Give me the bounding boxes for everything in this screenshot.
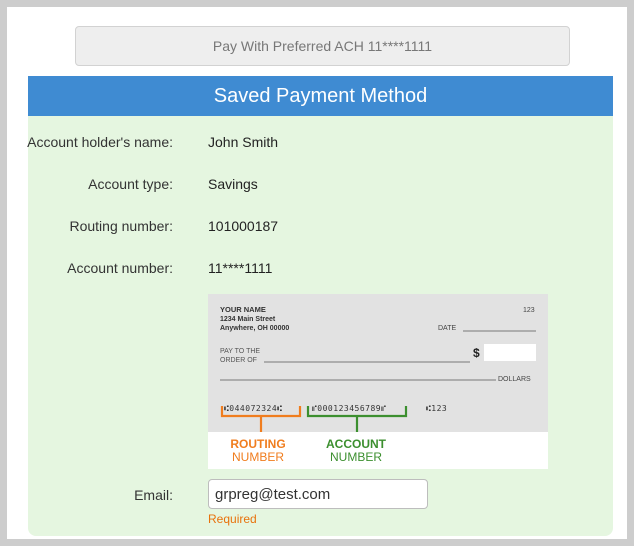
- routing-caption-1: ROUTING: [230, 437, 285, 451]
- check-payto-line2: ORDER OF: [220, 357, 257, 364]
- check-street: 1234 Main Street: [220, 316, 276, 323]
- check-micr-account: ⑈000123456789⑈: [312, 404, 386, 413]
- routing-number-value: 101000187: [208, 218, 279, 234]
- pay-with-preferred-ach-button[interactable]: Pay With Preferred ACH 11****1111: [75, 26, 570, 66]
- check-dollar-sign: $: [473, 346, 480, 360]
- section-header: Saved Payment Method: [28, 76, 613, 116]
- payment-frame: Pay With Preferred ACH 11****1111 Saved …: [0, 0, 634, 546]
- check-name: YOUR NAME: [220, 305, 266, 314]
- sample-check-image: YOUR NAME 1234 Main Street Anywhere, OH …: [208, 294, 548, 469]
- section-title: Saved Payment Method: [213, 84, 428, 107]
- account-number-label: Account number:: [67, 260, 173, 276]
- account-holder-value: John Smith: [208, 134, 279, 150]
- check-micr-check: ⑆123: [426, 404, 447, 413]
- check-city: Anywhere, OH 00000: [220, 325, 289, 332]
- check-amount-box: [484, 344, 536, 361]
- account-number-value: 11****1111: [208, 260, 273, 276]
- check-date-label: DATE: [438, 325, 456, 332]
- account-type-value: Savings: [208, 176, 258, 192]
- routing-caption-2: NUMBER: [232, 450, 284, 464]
- check-dollars-label: DOLLARS: [498, 376, 531, 383]
- account-caption-2: NUMBER: [330, 450, 382, 464]
- check-micr-routing: ⑆044072324⑆: [224, 404, 282, 413]
- check-payto-line1: PAY TO THE: [220, 348, 260, 355]
- email-input[interactable]: [208, 479, 428, 509]
- routing-number-label: Routing number:: [69, 218, 173, 234]
- check-number: 123: [523, 307, 535, 314]
- email-required-text: Required: [208, 512, 257, 526]
- email-label: Email:: [134, 487, 173, 503]
- account-type-label: Account type:: [88, 176, 173, 192]
- account-holder-label: Account holder's name:: [27, 134, 173, 150]
- account-caption-1: ACCOUNT: [326, 437, 387, 451]
